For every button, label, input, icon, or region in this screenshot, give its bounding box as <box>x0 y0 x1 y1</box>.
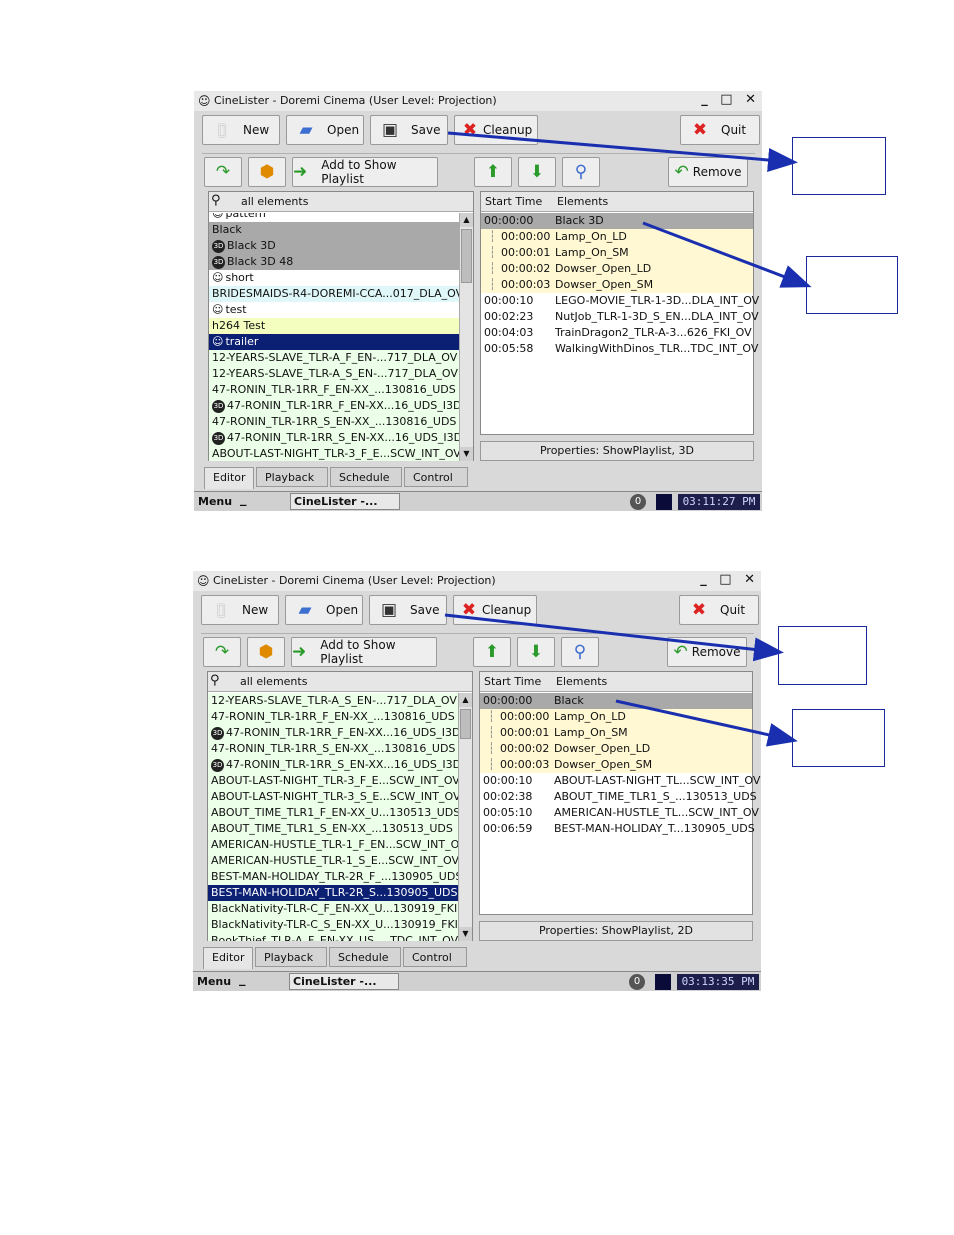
arrow-save-top <box>447 131 798 172</box>
arrow-save-bottom <box>444 613 784 662</box>
annotation-arrows <box>444 131 812 747</box>
arrow-playlist-bottom <box>615 699 798 747</box>
arrow-playlist-top <box>642 221 812 288</box>
